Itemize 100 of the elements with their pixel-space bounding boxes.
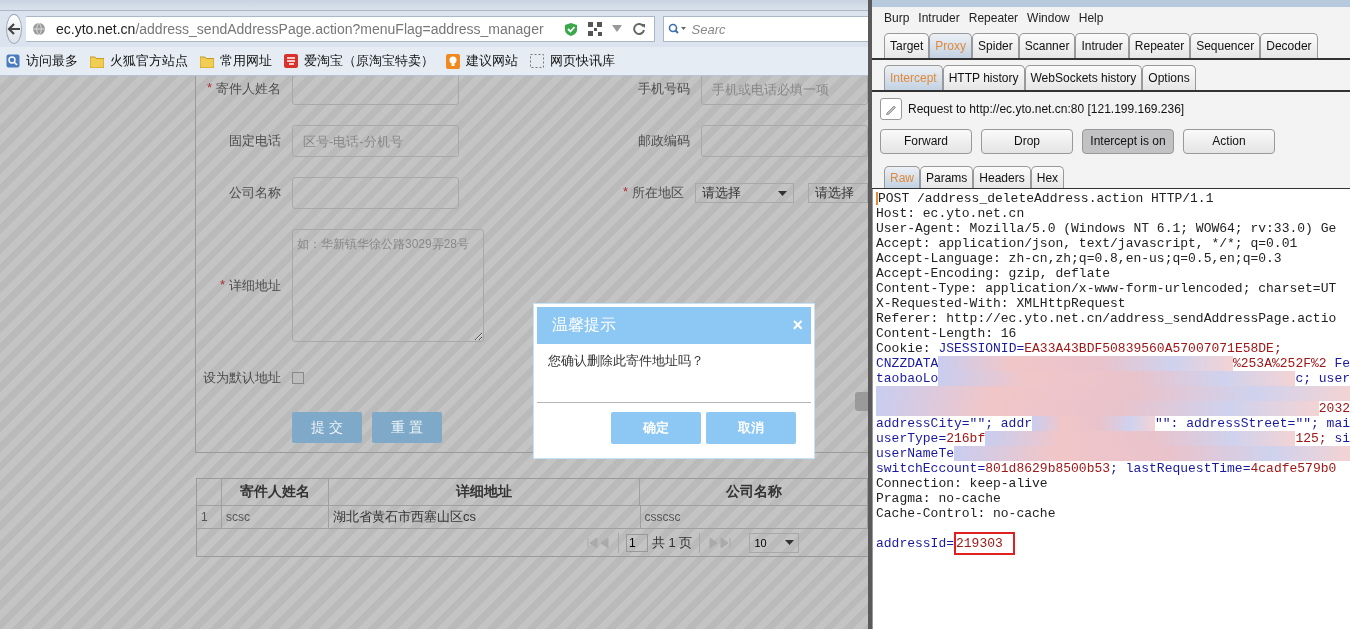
field-label: 详细地址 (229, 276, 281, 295)
reload-icon (631, 22, 646, 36)
bookmark-link[interactable]: 火狐官方站点 (110, 52, 188, 70)
editor-tab[interactable]: Hex (1030, 166, 1065, 188)
intercept-action-button[interactable]: Drop (981, 128, 1073, 154)
bookmark-site-icon (284, 54, 298, 68)
request-text: Cookie: (876, 341, 932, 356)
cookie-value: 4cadfe579b0 (1250, 461, 1337, 476)
qr-code-icon (587, 22, 602, 36)
edit-button[interactable] (880, 98, 902, 120)
first-page-icon (587, 536, 611, 549)
required-mark: * (206, 80, 212, 97)
dropdown-triangle-icon (611, 25, 622, 33)
cookie-value: %253A%252F%2 (1232, 356, 1327, 371)
page-count: 共 1 页 (652, 533, 693, 552)
tool-tab[interactable]: Target (884, 33, 930, 58)
required-mark: * (622, 184, 628, 201)
cookie-value: 801d8629b8500b53 (985, 461, 1111, 476)
cookie-name: ; lastRequestTime= (1110, 461, 1251, 476)
sub-tab[interactable]: HTTP history (942, 65, 1025, 90)
bookmark-link[interactable]: 爱淘宝（原淘宝特卖） (304, 52, 434, 70)
page-size-select[interactable]: 10 (749, 532, 800, 553)
field-label: 固定电话 (229, 132, 281, 150)
field-label: 寄件人姓名 (216, 80, 281, 98)
url-text: ec.yto.net.cn/address_sendAddressPage.action?menuFlag=address_manager (56, 21, 544, 37)
cookie-name: userType= (876, 431, 947, 446)
tool-tab[interactable]: Sequencer (1190, 33, 1261, 58)
field-label: 公司名称 (229, 184, 281, 202)
menu-item[interactable]: Window (1027, 10, 1070, 25)
editor-tab[interactable]: Headers (973, 166, 1031, 188)
cookie-name: addressCity=""; addr (876, 416, 1033, 431)
request-text: Accept-Language: zh-cn,zh;q=0.8,en-us;q=0.5,en;q=0.3 (876, 251, 1282, 266)
cookie-name: si (1333, 431, 1350, 446)
request-editor[interactable] (872, 189, 1350, 629)
sub-tab[interactable]: Options (1142, 65, 1196, 90)
intercept-action-button[interactable]: Forward (880, 128, 972, 154)
globe-icon (32, 22, 46, 36)
tool-tab[interactable]: Spider (972, 33, 1019, 58)
text-input[interactable] (292, 76, 459, 105)
select-dropdown[interactable]: 请选择 (808, 183, 868, 203)
checkbox[interactable] (292, 372, 304, 384)
menu-item[interactable]: Repeater (968, 10, 1019, 25)
tool-tab[interactable]: Scanner (1018, 33, 1076, 58)
dialog-message: 您确认删除此寄件地址吗？ (537, 344, 811, 403)
bookmark-link[interactable]: 网页快讯库 (550, 52, 615, 70)
bookmark-link[interactable]: 建议网站 (466, 52, 518, 70)
address-field[interactable]: ec.yto.net.cn/address_sendAddressPage.action?menuFlag=address_manager (26, 16, 655, 42)
folder-icon (200, 54, 214, 68)
request-text: Accept: application/json, text/javascript, */*; q=0.01 (876, 236, 1298, 251)
cookie-value: 216bf (946, 431, 986, 446)
dashed-square-icon (530, 54, 544, 68)
editor-tab[interactable]: Params (920, 166, 974, 188)
cookie-value: 2032 (1318, 401, 1350, 416)
cookie-name: JSESSIONID= (938, 341, 1025, 356)
caret-icon (778, 190, 787, 196)
back-button[interactable] (6, 14, 22, 44)
text-input[interactable] (701, 125, 868, 157)
dialog-title: 温馨提示 (552, 315, 616, 335)
cookie-name: switchEccount= (876, 461, 986, 476)
tool-tab[interactable]: Intruder (1075, 33, 1129, 58)
cookie-name: CNZZDATA (876, 356, 939, 371)
request-text: Pragma: no-cache (876, 491, 1001, 506)
cookie-name: addressId= (876, 536, 954, 551)
request-text: Accept-Encoding: gzip, deflate (876, 266, 1111, 281)
row-number: 1 (197, 506, 222, 528)
request-text: Connection: keep-alive (876, 476, 1048, 491)
bookmark-link[interactable]: 常用网址 (220, 52, 272, 70)
request-text: Referer: http://ec.yto.net.cn/address_sendAddressPage.actio (876, 311, 1337, 326)
lightbulb-icon (446, 53, 460, 69)
request-text: Cache-Control: no-cache (876, 506, 1056, 521)
folder-icon (90, 54, 104, 68)
cookie-name: Fe (1333, 356, 1350, 371)
request-text: POST /address_deleteAddress.action HTTP/1.1 (878, 191, 1214, 206)
cookie-value: 125; (1295, 431, 1327, 446)
shield-check-icon (563, 21, 578, 37)
scroll-handle[interactable] (855, 392, 868, 411)
column-header[interactable]: 寄件人姓名 (221, 479, 329, 505)
request-text: X-Requested-With: XMLHttpRequest (876, 296, 1126, 311)
cookie-name: c; user (1295, 371, 1350, 386)
caret-icon (785, 540, 795, 545)
table-cell: 湖北省黄石市西塞山区cs (329, 506, 641, 528)
select-dropdown[interactable]: 请选择 (695, 183, 794, 203)
page-number-field[interactable]: 1 (626, 533, 648, 552)
sub-tab[interactable]: WebSockets history (1024, 65, 1143, 90)
menu-item[interactable]: Intruder (918, 10, 960, 25)
page-list-icon (6, 54, 20, 68)
text-input[interactable] (292, 177, 459, 209)
search-field[interactable]: Searc (662, 16, 868, 42)
field-label: 邮政编码 (638, 132, 690, 150)
menu-item[interactable]: Burp (884, 10, 910, 25)
menu-item[interactable]: Help (1078, 10, 1104, 25)
required-mark: * (219, 276, 225, 294)
request-text: Content-Type: application/x-www-form-urlencoded; charset=UT (876, 281, 1337, 296)
column-header[interactable]: 详细地址 (328, 479, 641, 505)
tool-tab[interactable]: Decoder (1260, 33, 1318, 58)
bookmark-link[interactable]: 访问最多 (26, 52, 78, 70)
intercept-action-button[interactable]: Action (1183, 128, 1275, 154)
field-label: 手机号码 (638, 80, 690, 98)
tool-tab[interactable]: Repeater (1128, 33, 1191, 58)
intercept-action-button[interactable]: Intercept is on (1082, 128, 1174, 154)
